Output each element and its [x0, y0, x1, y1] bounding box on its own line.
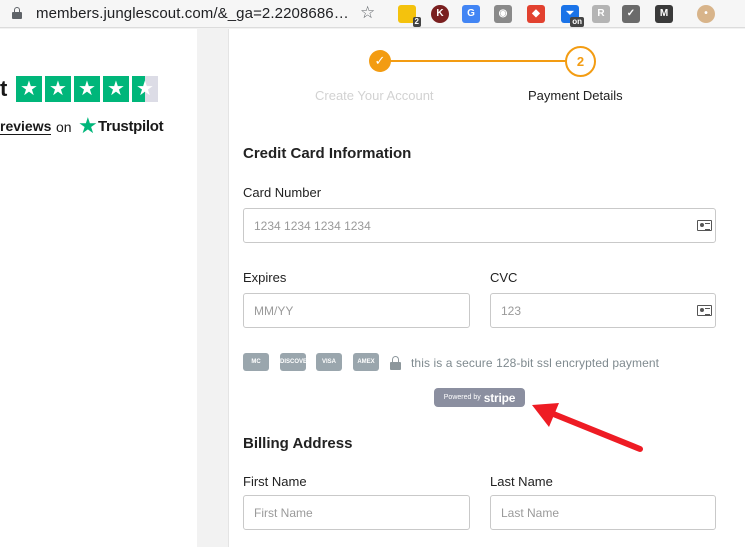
checkout-card: [228, 29, 745, 547]
trustpilot-reviews-link[interactable]: reviews: [0, 119, 52, 135]
cvc-label: CVC: [490, 270, 518, 285]
left-panel: t ★ ★ ★ ★ ★ reviews on ★ Trustpilot: [0, 29, 197, 547]
k-extension-icon[interactable]: K: [431, 5, 449, 23]
trustpilot-rating-stars: ★ ★ ★ ★ ★: [16, 76, 158, 102]
address-bar-url[interactable]: members.junglescout.com/&_ga=2.2208686…: [36, 5, 349, 22]
bookmark-star-icon[interactable]: ☆: [360, 3, 375, 23]
profile-avatar-icon[interactable]: •: [697, 5, 715, 23]
cvc-autofill-icon[interactable]: [697, 305, 712, 316]
cvc-input[interactable]: [490, 293, 716, 328]
r-extension-glyph: R: [597, 8, 605, 19]
billing-address-section-title: Billing Address: [243, 435, 353, 452]
stripe-logo: stripe: [483, 390, 516, 405]
on-toggle-extension-icon[interactable]: ⏷ on: [561, 5, 584, 27]
card-number-label: Card Number: [243, 185, 322, 200]
first-name-input[interactable]: [243, 495, 470, 530]
red-tag-icon[interactable]: ◆: [527, 5, 545, 23]
trustpilot-logo[interactable]: Trustpilot: [98, 118, 164, 135]
visa-icon: VISA: [316, 353, 342, 371]
google-translate-glyph: G: [467, 8, 475, 19]
check-circle-icon[interactable]: ✓: [622, 5, 640, 23]
page-background: [197, 29, 228, 547]
step-create-account-label: Create Your Account: [315, 88, 434, 103]
star-icon: ★: [103, 76, 129, 102]
trustpilot-star-icon: ★: [78, 113, 98, 138]
half-star-icon: ★: [132, 76, 158, 102]
extension-badge: 2: [412, 17, 421, 27]
browser-window: members.junglescout.com/&_ga=2.2208686… …: [0, 0, 745, 547]
amex-icon: AMEX: [353, 353, 379, 371]
trustpilot-heading-fragment: t: [0, 76, 8, 101]
step-current-number: 2: [565, 46, 596, 77]
star-icon: ★: [74, 76, 100, 102]
discover-icon: DISCOVER: [280, 353, 311, 371]
first-name-label: First Name: [243, 474, 307, 489]
expires-label: Expires: [243, 270, 287, 285]
extension-badge: on: [570, 17, 584, 27]
powered-by-text: Powered by: [443, 394, 481, 401]
red-annotation-arrow-icon: [532, 403, 643, 452]
last-name-label: Last Name: [490, 474, 553, 489]
m-extension-glyph: M: [659, 8, 669, 19]
step-complete-check-icon: ✓: [369, 50, 391, 72]
k-extension-glyph: K: [436, 8, 444, 19]
check-circle-glyph: ✓: [626, 8, 636, 19]
browser-toolbar: members.junglescout.com/&_ga=2.2208686… …: [0, 0, 745, 28]
star-icon: ★: [16, 76, 42, 102]
extension-yellow-icon[interactable]: 2: [398, 5, 421, 27]
camera-icon[interactable]: ◉: [494, 5, 512, 23]
camera-glyph: ◉: [498, 8, 508, 19]
lock-icon[interactable]: [12, 7, 22, 19]
mastercard-icon: MC: [243, 353, 269, 371]
m-extension-icon[interactable]: M: [655, 5, 673, 23]
profile-avatar-glyph: •: [704, 8, 708, 19]
card-autofill-icon[interactable]: [697, 220, 712, 231]
google-translate-icon[interactable]: G: [462, 5, 480, 23]
expires-input[interactable]: [243, 293, 470, 328]
star-icon: ★: [45, 76, 71, 102]
trustpilot-on-text: on: [56, 119, 72, 135]
step-payment-details-label: Payment Details: [528, 88, 623, 103]
red-tag-glyph: ◆: [532, 8, 540, 19]
secure-lock-icon: [390, 356, 401, 370]
secure-payment-text: this is a secure 128-bit ssl encrypted p…: [411, 356, 660, 370]
card-number-input[interactable]: [243, 208, 716, 243]
r-extension-icon[interactable]: R: [592, 5, 610, 23]
credit-card-section-title: Credit Card Information: [243, 145, 412, 162]
powered-by-stripe-badge[interactable]: Powered by stripe: [434, 388, 525, 407]
stepper-line: [390, 60, 570, 62]
last-name-input[interactable]: [490, 495, 716, 530]
